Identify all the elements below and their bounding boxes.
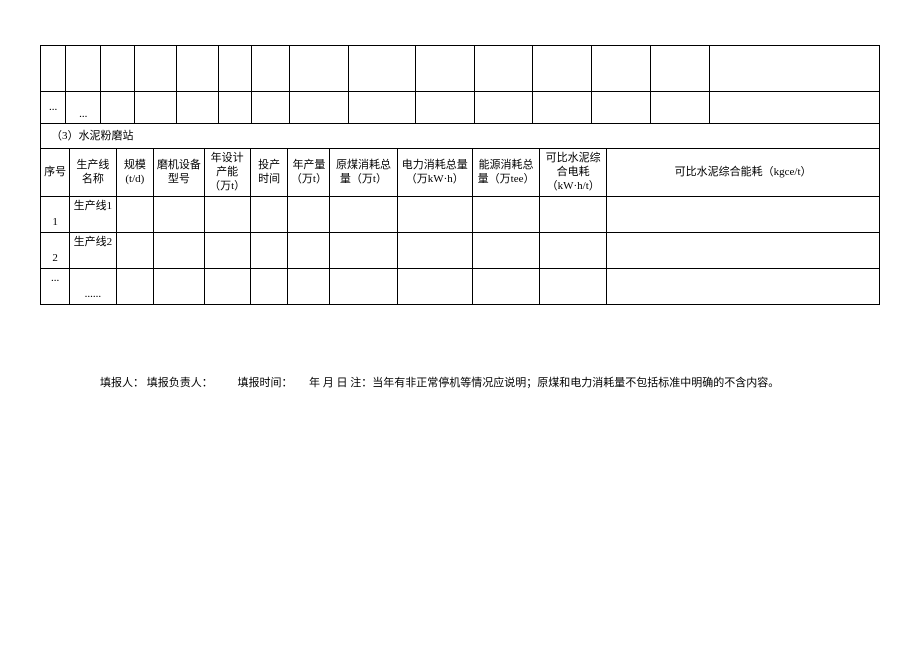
row-num: 1 [41,196,70,232]
table-row: 1 生产线1 [41,196,880,232]
row-num: ... [41,268,70,304]
footer-time: 填报时间： [238,377,293,389]
footer-reporter: 填报人： [100,377,144,389]
main-table: （3）水泥粉磨站 序号 生产线名称 规模(t/d) 磨机设备型号 年设计产能（万… [40,124,880,305]
row-name: 生产线2 [70,232,116,268]
header-design-capacity: 年设计产能（万t） [204,148,250,196]
table-row: 2 生产线2 [41,232,880,268]
header-seq: 序号 [41,148,70,196]
header-cement-energy: 可比水泥综合能耗（kgce/t） [607,148,880,196]
section-title-row: （3）水泥粉磨站 [41,124,880,148]
header-prod-time: 投产时间 [250,148,288,196]
header-output: 年产量（万t） [288,148,330,196]
table-row: ... ...... [41,268,880,304]
row-num: 2 [41,232,70,268]
header-energy: 能源消耗总量（万tee） [473,148,540,196]
ellipsis-cell: ... [41,92,66,124]
row-name: ...... [70,268,116,304]
header-cement-elec: 可比水泥综合电耗（kW·h/t） [540,148,607,196]
upper-table-fragment: ... ... [40,45,880,124]
footer-date: 年 月 日 [309,377,348,389]
header-power: 电力消耗总量（万kW·h） [397,148,473,196]
section-title: （3）水泥粉磨站 [41,124,880,148]
footer-note: 注：当年有非正常停机等情况应说明；原煤和电力消耗量不包括标准中明确的不含内容。 [350,377,779,389]
ellipsis-cell: ... [66,92,101,124]
header-scale: 规模(t/d) [116,148,154,196]
footer-text: 填报人： 填报负责人： 填报时间： 年 月 日 注：当年有非正常停机等情况应说明… [40,375,880,393]
header-mill-model: 磨机设备型号 [154,148,204,196]
table-row [41,46,880,92]
table-header-row: 序号 生产线名称 规模(t/d) 磨机设备型号 年设计产能（万t） 投产时间 年… [41,148,880,196]
row-name: 生产线1 [70,196,116,232]
header-coal: 原煤消耗总量（万t） [330,148,397,196]
footer-responsible: 填报负责人： [147,377,213,389]
header-line-name: 生产线名称 [70,148,116,196]
table-row: ... ... [41,92,880,124]
